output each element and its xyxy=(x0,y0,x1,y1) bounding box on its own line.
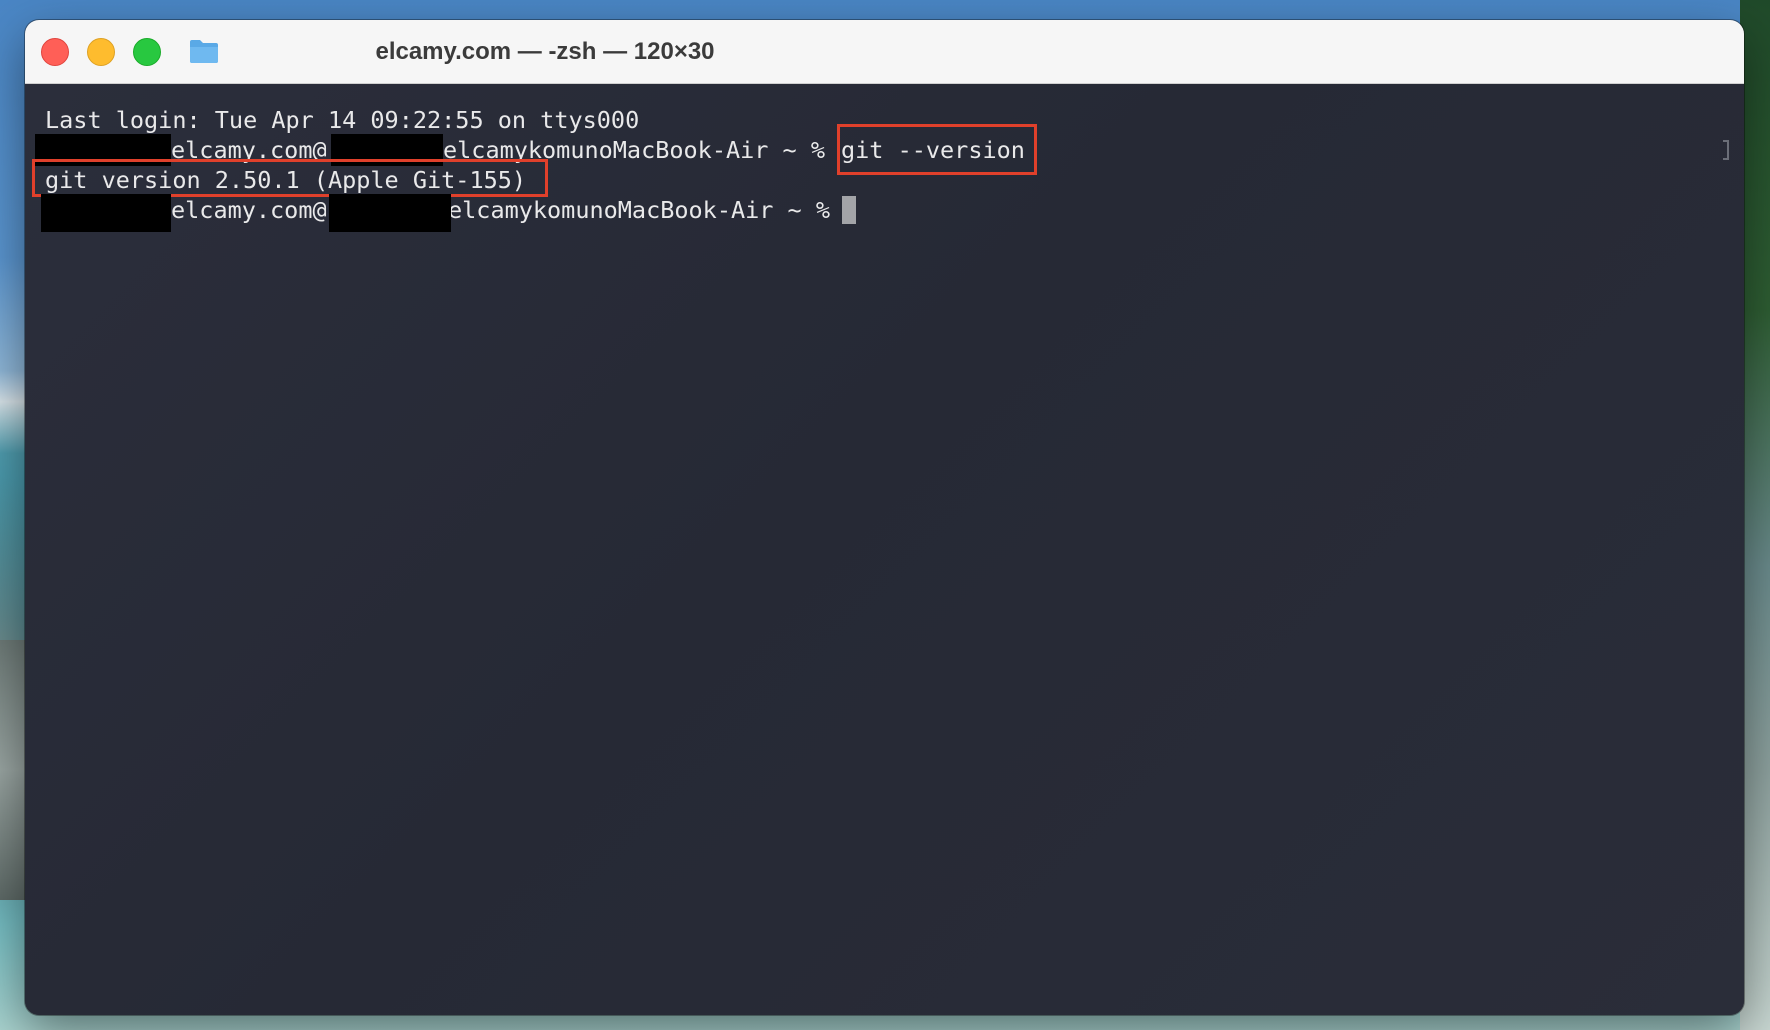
command-highlight-box xyxy=(837,124,1037,175)
title-bar[interactable]: elcamy.com — -zsh — 120×30 xyxy=(25,20,1744,84)
text-cursor xyxy=(842,196,856,224)
output-highlight-box xyxy=(32,159,548,197)
terminal-window: elcamy.com — -zsh — 120×30 Last login: T… xyxy=(25,20,1744,1015)
redaction-block xyxy=(329,194,451,232)
prompt-user: elcamy.com@ xyxy=(171,196,327,224)
wallpaper-tree xyxy=(1740,0,1770,1030)
terminal-content[interactable]: Last login: Tue Apr 14 09:22:55 on ttys0… xyxy=(25,84,1744,1015)
last-login-line: Last login: Tue Apr 14 09:22:55 on ttys0… xyxy=(45,106,640,134)
scroll-marker xyxy=(1723,140,1729,160)
window-title: elcamy.com — -zsh — 120×30 xyxy=(375,38,715,65)
prompt-host: elcamykomunoMacBook-Air ~ % xyxy=(448,196,831,224)
redaction-block xyxy=(41,194,171,232)
